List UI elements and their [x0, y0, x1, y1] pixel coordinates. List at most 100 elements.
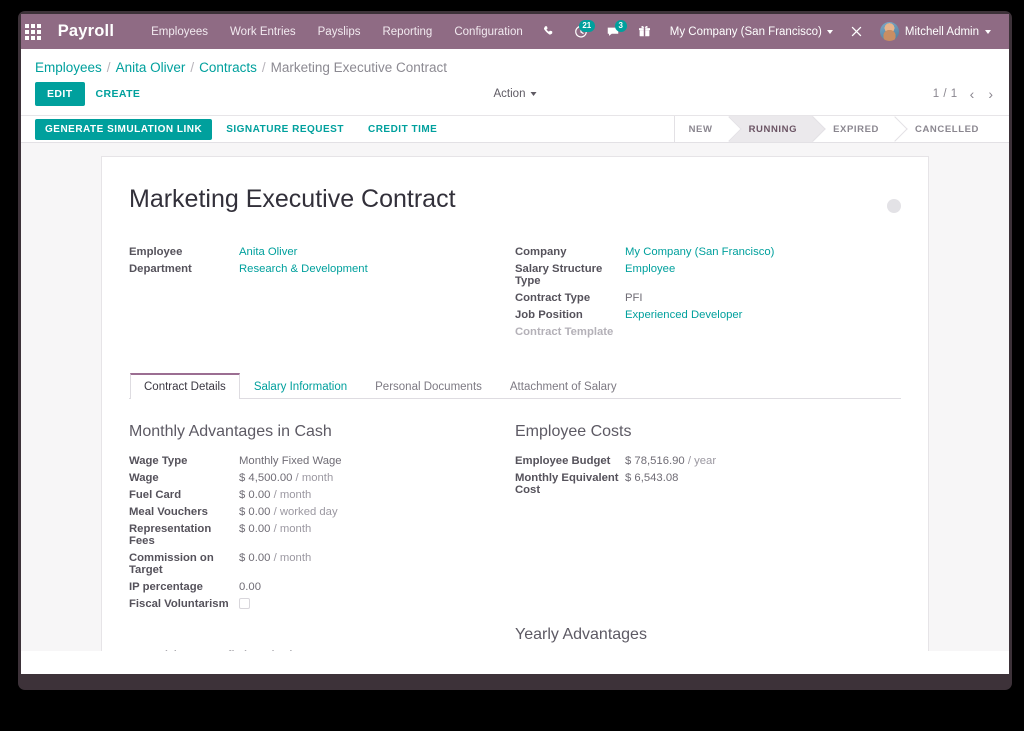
browser-window-frame: Payroll Employees Work Entries Payslips …	[18, 11, 1012, 690]
user-menu[interactable]: Mitchell Admin	[872, 22, 995, 41]
field-label-ip-percentage: IP percentage	[129, 580, 203, 593]
value-text: $ 0.00	[239, 488, 271, 501]
field-label-fiscal-voluntarism: Fiscal Voluntarism	[129, 597, 229, 610]
value-text: $ 0.00	[239, 551, 271, 564]
menu-item-payslips[interactable]: Payslips	[307, 16, 372, 48]
messages-icon[interactable]: 3	[597, 14, 629, 49]
field-value-monthly-equivalent-cost[interactable]: $ 6,543.08	[625, 469, 889, 498]
statusbar: GENERATE SIMULATION LINK SIGNATURE REQUE…	[21, 116, 1009, 143]
breadcrumb: Employees / Anita Oliver / Contracts / M…	[35, 49, 995, 78]
menu-item-configuration[interactable]: Configuration	[443, 16, 533, 48]
field-value-job-position[interactable]: Experienced Developer	[625, 306, 889, 323]
breadcrumb-separator: /	[190, 60, 195, 75]
edit-button[interactable]: EDIT	[35, 82, 85, 106]
breadcrumb-separator: /	[106, 60, 111, 75]
field-value-meal-vouchers[interactable]: $ 0.00 / worked day	[239, 503, 503, 520]
field-row-fiscal-voluntarism: Fiscal Voluntarism	[129, 595, 503, 613]
field-label-fuel-card: Fuel Card	[129, 488, 182, 501]
status-stage-cancelled[interactable]: CANCELLED	[895, 116, 995, 142]
tab-personal-documents[interactable]: Personal Documents	[361, 373, 496, 399]
menu-item-employees[interactable]: Employees	[140, 16, 219, 48]
signature-request-button[interactable]: SIGNATURE REQUEST	[216, 119, 354, 140]
value-unit: / worked day	[273, 505, 338, 518]
breadcrumb-item-anita-oliver[interactable]: Anita Oliver	[116, 60, 186, 75]
action-menu[interactable]: Action	[494, 88, 537, 100]
field-value-wage[interactable]: $ 4,500.00 / month	[239, 469, 503, 486]
contract-details-right-column: Employee Costs Employee Budget $ 78,516.…	[515, 423, 901, 651]
value-unit: / year	[687, 454, 717, 467]
section-title-yearly-advantages: Yearly Advantages	[515, 626, 647, 643]
field-value-salary-structure-type[interactable]: Employee	[625, 260, 889, 289]
pager-value: 1 / 1	[932, 88, 958, 100]
field-value-contract-template[interactable]	[625, 323, 889, 340]
field-row-contract-template: Contract Template	[515, 323, 889, 340]
status-stage-new[interactable]: NEW	[674, 116, 729, 142]
field-label-salary-structure-type: Salary Structure Type	[515, 262, 603, 287]
section-monthly-benefit-in-kind: Monthly Benefit in Kind Uses company car…	[129, 649, 503, 651]
field-label-job-position: Job Position	[515, 308, 583, 321]
fiscal-voluntarism-checkbox[interactable]	[239, 597, 250, 609]
pager-next-button[interactable]: ›	[986, 87, 995, 101]
breadcrumb-item-employees[interactable]: Employees	[35, 60, 102, 75]
breadcrumb-item-contracts[interactable]: Contracts	[199, 60, 257, 75]
tab-contract-details[interactable]: Contract Details	[130, 373, 240, 399]
field-label-employee-budget: Employee Budget	[515, 454, 611, 467]
field-value-employee-budget[interactable]: $ 78,516.90 / year	[625, 452, 889, 469]
form-view-content: Marketing Executive Contract Employee An…	[21, 143, 1009, 651]
credit-time-button[interactable]: CREDIT TIME	[358, 119, 447, 140]
field-label-department: Department	[129, 262, 192, 275]
field-value-ip-percentage[interactable]: 0.00	[239, 578, 503, 595]
field-value-fiscal-voluntarism	[239, 595, 503, 613]
gift-icon[interactable]	[629, 14, 660, 49]
apps-grid-icon[interactable]	[21, 14, 45, 49]
section-monthly-advantages-in-cash: Monthly Advantages in Cash Wage Type Mon…	[129, 423, 503, 613]
chevron-down-icon	[985, 29, 991, 34]
debug-wrench-icon[interactable]	[841, 14, 872, 49]
value-unit: / month	[273, 522, 312, 535]
field-label-wage: Wage	[129, 471, 159, 484]
company-selector[interactable]: My Company (San Francisco)	[660, 26, 841, 38]
generate-simulation-link-button[interactable]: GENERATE SIMULATION LINK	[35, 118, 213, 140]
field-row-representation-fees: Representation Fees $ 0.00 / month	[129, 520, 503, 549]
menu-item-work-entries[interactable]: Work Entries	[219, 16, 307, 48]
section-title-employee-costs: Employee Costs	[515, 423, 632, 440]
page-title: Marketing Executive Contract	[129, 185, 456, 213]
activity-clock-icon[interactable]: 21	[565, 14, 597, 49]
create-button[interactable]: CREATE	[85, 82, 152, 106]
field-row-salary-structure-type: Salary Structure Type Employee	[515, 260, 889, 289]
value-text: $ 78,516.90	[625, 454, 685, 467]
value-text: $ 4,500.00	[239, 471, 293, 484]
value-text: 0.00	[239, 580, 261, 593]
field-value-representation-fees[interactable]: $ 0.00 / month	[239, 520, 503, 549]
field-label-commission-on-target: Commission on Target	[129, 551, 214, 576]
action-menu-label: Action	[493, 88, 526, 100]
phone-icon[interactable]	[534, 14, 565, 49]
browser-viewport: Payroll Employees Work Entries Payslips …	[21, 14, 1009, 674]
notebook-tabs: Contract Details Salary Information Pers…	[129, 373, 901, 399]
control-panel: Employees / Anita Oliver / Contracts / M…	[21, 49, 1009, 116]
field-value-department[interactable]: Research & Development	[239, 260, 503, 277]
app-title[interactable]: Payroll	[58, 22, 114, 41]
menu-item-reporting[interactable]: Reporting	[371, 16, 443, 48]
company-name: My Company (San Francisco)	[669, 25, 822, 38]
value-text: Monthly Fixed Wage	[239, 454, 342, 467]
tab-attachment-of-salary[interactable]: Attachment of Salary	[496, 373, 631, 399]
user-name: Mitchell Admin	[904, 25, 979, 38]
field-value-fuel-card[interactable]: $ 0.00 / month	[239, 486, 503, 503]
field-label-contract-type: Contract Type	[515, 291, 591, 304]
field-value-company[interactable]: My Company (San Francisco)	[625, 243, 889, 260]
value-unit: / month	[273, 488, 312, 501]
field-value-wage-type[interactable]: Monthly Fixed Wage	[239, 452, 503, 469]
contract-details-left-column: Monthly Advantages in Cash Wage Type Mon…	[129, 423, 515, 651]
pager-previous-button[interactable]: ‹	[968, 87, 977, 101]
field-label-employee: Employee	[129, 245, 183, 258]
field-row-ip-percentage: IP percentage 0.00	[129, 578, 503, 595]
pager: 1 / 1 ‹ ›	[933, 87, 995, 101]
apps-grid-glyph	[24, 23, 41, 40]
field-value-commission-on-target[interactable]: $ 0.00 / month	[239, 549, 503, 578]
tab-salary-information[interactable]: Salary Information	[240, 373, 361, 399]
field-value-contract-type[interactable]: PFI	[625, 289, 889, 306]
field-value-employee[interactable]: Anita Oliver	[239, 243, 503, 260]
field-row-commission-on-target: Commission on Target $ 0.00 / month	[129, 549, 503, 578]
section-yearly-advantages: Yearly Advantages Eco Vouchers $ 0.00 / …	[515, 626, 889, 651]
